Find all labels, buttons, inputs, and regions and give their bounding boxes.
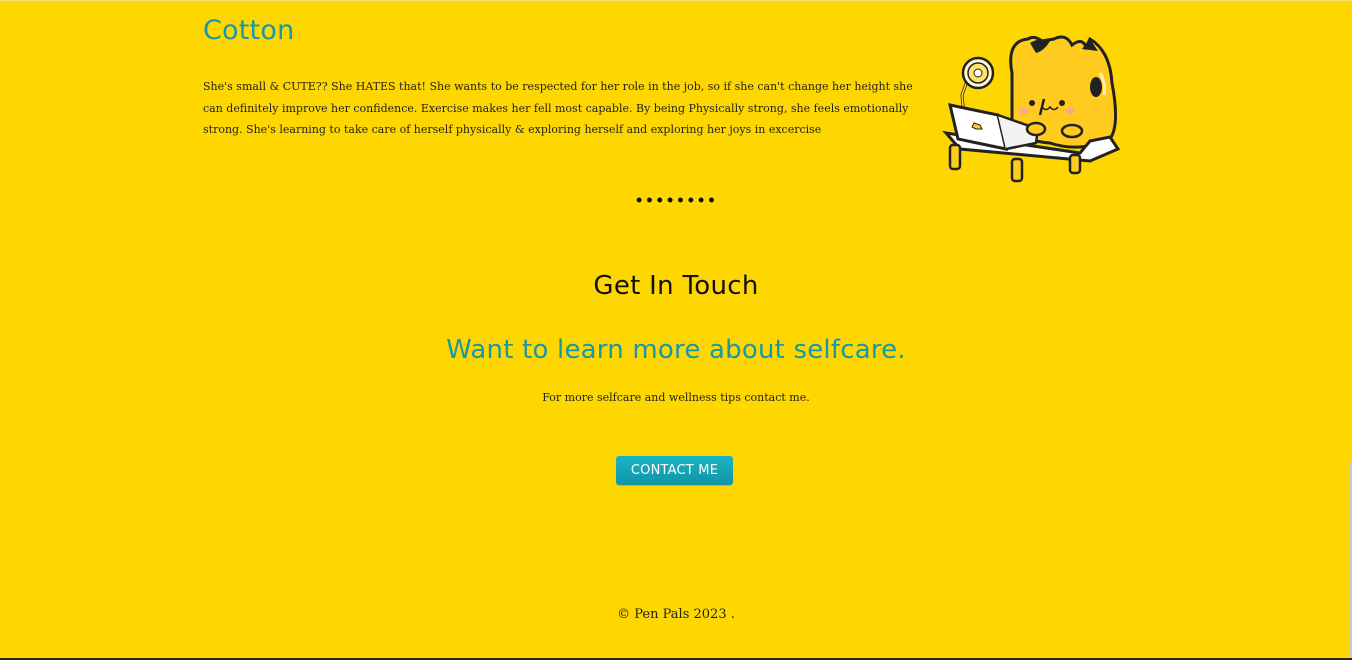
contact-description: For more selfcare and wellness tips cont… (542, 391, 810, 404)
contact-section: Get In Touch Want to learn more about se… (0, 271, 1352, 404)
contact-subheading: Want to learn more about selfcare. (446, 335, 906, 365)
contact-heading: Get In Touch (593, 271, 759, 301)
page: Cotton She's small & CUTE?? She HATES th… (0, 0, 1352, 660)
section-divider: •••••••• (634, 193, 718, 209)
footer-copyright: © Pen Pals 2023 . (617, 607, 735, 622)
profile-title: Cotton (203, 15, 295, 46)
cat-at-laptop-illustration (942, 35, 1121, 183)
cotton-profile-section: Cotton She's small & CUTE?? She HATES th… (203, 15, 1133, 190)
contact-me-button[interactable]: CONTACT ME (616, 456, 733, 485)
profile-description: She's small & CUTE?? She HATES that! She… (203, 80, 913, 136)
